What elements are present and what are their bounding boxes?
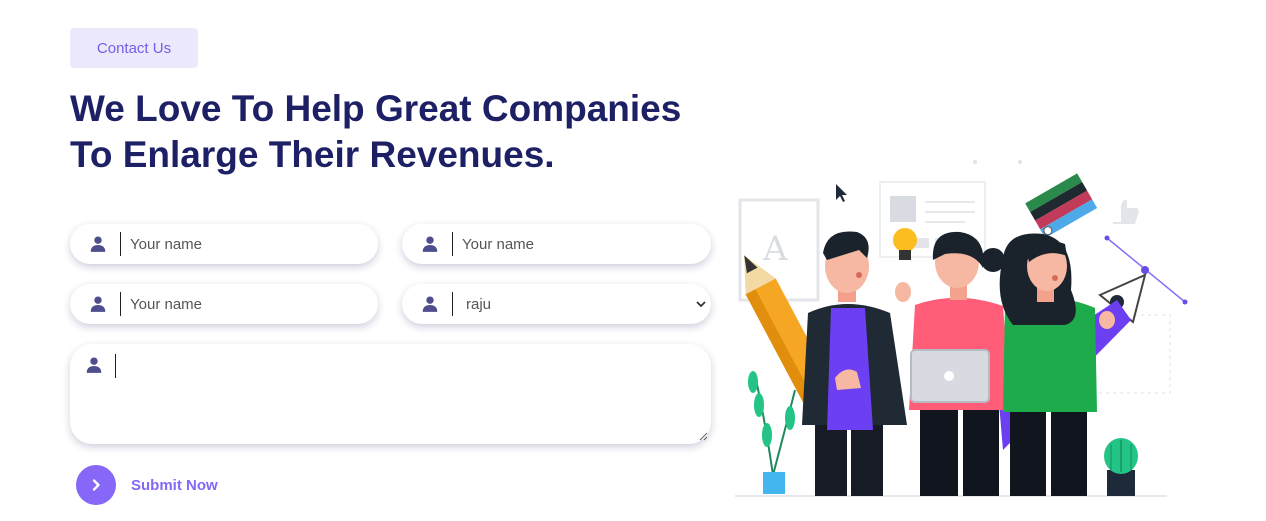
headline-line-1: We Love To Help Great Companies <box>70 88 682 129</box>
team-illustration: A <box>735 160 1188 497</box>
lightbulb-icon <box>893 228 917 252</box>
user-icon <box>90 236 106 252</box>
name-select[interactable]: raju <box>402 284 711 324</box>
cactus-icon <box>1104 438 1138 496</box>
cursor-arrow-icon <box>836 184 847 202</box>
name-input-1[interactable] <box>130 229 378 259</box>
contact-us-badge: Contact Us <box>70 28 198 68</box>
field-divider <box>120 232 121 256</box>
submit-circle[interactable] <box>76 465 116 505</box>
chevron-down-icon[interactable] <box>695 298 707 310</box>
headline-line-2: To Enlarge Their Revenues. <box>70 134 555 175</box>
name-input-2[interactable] <box>462 229 711 259</box>
name-field-1[interactable] <box>70 224 378 264</box>
user-icon <box>90 296 106 312</box>
user-icon <box>422 236 438 252</box>
name-input-3[interactable] <box>130 289 378 319</box>
resize-handle-icon[interactable] <box>698 431 708 441</box>
name-field-3[interactable] <box>70 284 378 324</box>
message-field[interactable] <box>70 344 711 444</box>
user-icon <box>86 357 102 373</box>
field-divider <box>452 292 453 316</box>
letter-a-glyph: A <box>762 229 788 269</box>
user-icon <box>422 296 438 312</box>
submit-button[interactable]: Submit Now <box>76 465 218 505</box>
submit-label: Submit Now <box>131 476 218 494</box>
person-woman-green <box>999 233 1115 496</box>
chevron-right-icon <box>92 479 100 491</box>
like-icon <box>1113 199 1139 224</box>
field-divider <box>120 292 121 316</box>
plant-left-icon <box>748 371 796 494</box>
field-divider <box>452 232 453 256</box>
page-headline: We Love To Help Great Companies To Enlar… <box>70 86 750 178</box>
field-divider <box>115 354 116 378</box>
select-value: raju <box>466 295 492 313</box>
name-field-2[interactable] <box>402 224 711 264</box>
person-woman-pink <box>893 228 1011 496</box>
color-swatch-icon <box>1025 173 1098 238</box>
image-block <box>890 196 916 222</box>
